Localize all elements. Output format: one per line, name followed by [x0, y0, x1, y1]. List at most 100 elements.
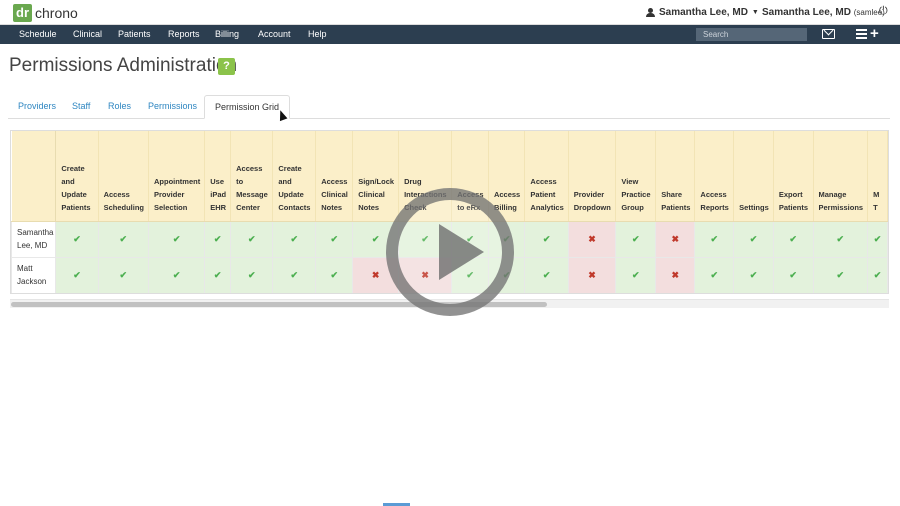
check-icon: ✔	[836, 269, 845, 280]
search-input[interactable]	[696, 28, 807, 41]
drchrono-logo[interactable]: dr chrono	[13, 4, 78, 22]
column-header-line: Sign/Lock	[358, 176, 395, 186]
permission-cell-allowed[interactable]: ✔	[812, 220, 869, 258]
permission-cell-allowed[interactable]: ✔	[867, 256, 888, 293]
column-header-line: Clinical	[321, 189, 348, 199]
permission-cell-denied[interactable]: ✖	[567, 220, 617, 258]
permission-cell-allowed[interactable]: ✔	[772, 220, 814, 258]
nav-item-help[interactable]: Help	[308, 29, 327, 39]
column-header-line: Use	[210, 176, 224, 186]
nav-item-account[interactable]: Account	[258, 29, 291, 39]
column-header-line: Patients	[61, 202, 91, 212]
cross-icon: ✖	[588, 269, 596, 280]
permission-cell-allowed[interactable]: ✔	[524, 220, 569, 258]
permission-cell-allowed[interactable]: ✔	[315, 256, 354, 293]
permission-cell-allowed[interactable]: ✔	[204, 220, 232, 258]
permission-cell-allowed[interactable]: ✔	[694, 256, 735, 293]
add-icon[interactable]: +	[870, 26, 879, 41]
column-header-line: Appointment	[153, 176, 201, 186]
check-icon: ✔	[172, 233, 181, 244]
grid-column-header: Access Clinical Notes	[315, 131, 354, 222]
mail-icon[interactable]	[822, 29, 835, 39]
permission-cell-allowed[interactable]: ✔	[97, 256, 149, 293]
column-header-line: Share	[661, 189, 683, 199]
video-play-button[interactable]	[386, 188, 514, 316]
column-header-line: Access	[321, 176, 348, 186]
chevron-down-icon: ▼	[751, 9, 759, 16]
nav-item-reports[interactable]: Reports	[168, 29, 200, 39]
permission-cell-allowed[interactable]: ✔	[733, 220, 774, 258]
cross-icon: ✖	[671, 269, 680, 280]
nav-item-patients[interactable]: Patients	[118, 29, 151, 39]
grid-corner-cell	[11, 131, 57, 222]
nav-item-schedule[interactable]: Schedule	[19, 29, 57, 39]
grid-column-header: Use iPad EHR	[204, 131, 232, 222]
cross-icon: ✖	[371, 269, 380, 280]
nav-item-billing[interactable]: Billing	[215, 29, 239, 39]
permission-cell-allowed[interactable]: ✔	[812, 256, 869, 293]
permission-cell-denied[interactable]: ✖	[567, 256, 617, 293]
tab-staff[interactable]: Staff	[62, 95, 100, 119]
grid-column-header: Export Patients	[773, 131, 814, 222]
grid-column-header: Share Patients	[655, 131, 696, 222]
permission-cell-allowed[interactable]: ✔	[272, 220, 317, 258]
permission-cell-denied[interactable]: ✖	[655, 256, 696, 293]
permission-cell-allowed[interactable]: ✔	[772, 256, 814, 293]
grid-column-header: Create and Update Patients	[55, 131, 99, 222]
permission-cell-denied[interactable]: ✖	[655, 220, 696, 258]
page-title: Permissions Administration	[9, 55, 238, 76]
column-header-line: Patient	[530, 189, 556, 199]
permission-cell-allowed[interactable]: ✔	[55, 220, 99, 258]
check-icon: ✔	[542, 233, 551, 244]
column-header-line: iPad	[210, 189, 227, 199]
column-header-line: Notes	[358, 202, 380, 212]
column-header-line: Provider	[573, 189, 605, 199]
check-icon: ✔	[213, 269, 222, 280]
column-header-line: EHR	[210, 202, 227, 212]
permission-cell-allowed[interactable]: ✔	[147, 220, 206, 258]
column-header-line: Access	[493, 189, 521, 199]
grid-column-header: Access Scheduling	[98, 131, 149, 222]
permission-cell-allowed[interactable]: ✔	[615, 220, 657, 258]
column-header-line: Export	[778, 189, 803, 199]
check-icon: ✔	[73, 233, 81, 244]
help-icon[interactable]: ?	[218, 58, 235, 75]
permission-cell-allowed[interactable]: ✔	[315, 220, 354, 258]
user-name-cell: Matt Jackson	[11, 256, 57, 293]
permission-cell-allowed[interactable]: ✔	[272, 256, 317, 293]
check-icon: ✔	[73, 269, 81, 280]
grid-column-header: Appointment Provider Selection	[148, 131, 206, 222]
column-header-line: Access	[530, 176, 557, 186]
check-icon: ✔	[789, 233, 797, 244]
permission-cell-allowed[interactable]: ✔	[204, 256, 232, 293]
power-icon[interactable]: ⏻	[879, 6, 889, 17]
tab-permissions[interactable]: Permissions	[138, 95, 207, 119]
permission-cell-allowed[interactable]: ✔	[55, 256, 99, 293]
permission-cell-allowed[interactable]: ✔	[230, 220, 274, 258]
check-icon: ✔	[710, 233, 719, 244]
permission-cell-allowed[interactable]: ✔	[230, 256, 274, 293]
grid-column-header: View Practice Group	[615, 131, 657, 222]
permission-cell-allowed[interactable]: ✔	[867, 220, 888, 258]
tab-roles[interactable]: Roles	[98, 95, 141, 119]
check-icon: ✔	[836, 233, 845, 244]
permission-cell-allowed[interactable]: ✔	[524, 256, 569, 293]
permission-cell-allowed[interactable]: ✔	[97, 220, 149, 258]
grid-column-header: Create and Update Contacts	[272, 131, 317, 222]
permission-cell-allowed[interactable]: ✔	[147, 256, 206, 293]
column-header-line: Center	[236, 202, 260, 212]
permission-cell-allowed[interactable]: ✔	[694, 220, 735, 258]
tab-providers[interactable]: Providers	[8, 95, 66, 119]
hamburger-menu-icon[interactable]	[856, 29, 867, 39]
column-header-line: Notes	[321, 202, 343, 212]
column-header-line: Clinical	[358, 189, 385, 199]
permission-cell-allowed[interactable]: ✔	[615, 256, 657, 293]
check-icon: ✔	[290, 269, 299, 280]
user-menu[interactable]: Samantha Lee, MD ▼	[646, 7, 759, 18]
column-header-line: Message	[236, 189, 268, 199]
column-header-line: Create	[278, 163, 302, 173]
column-header-line: Selection	[153, 202, 188, 212]
nav-item-clinical[interactable]: Clinical	[73, 29, 102, 39]
check-icon: ✔	[749, 269, 758, 280]
permission-cell-allowed[interactable]: ✔	[733, 256, 774, 293]
